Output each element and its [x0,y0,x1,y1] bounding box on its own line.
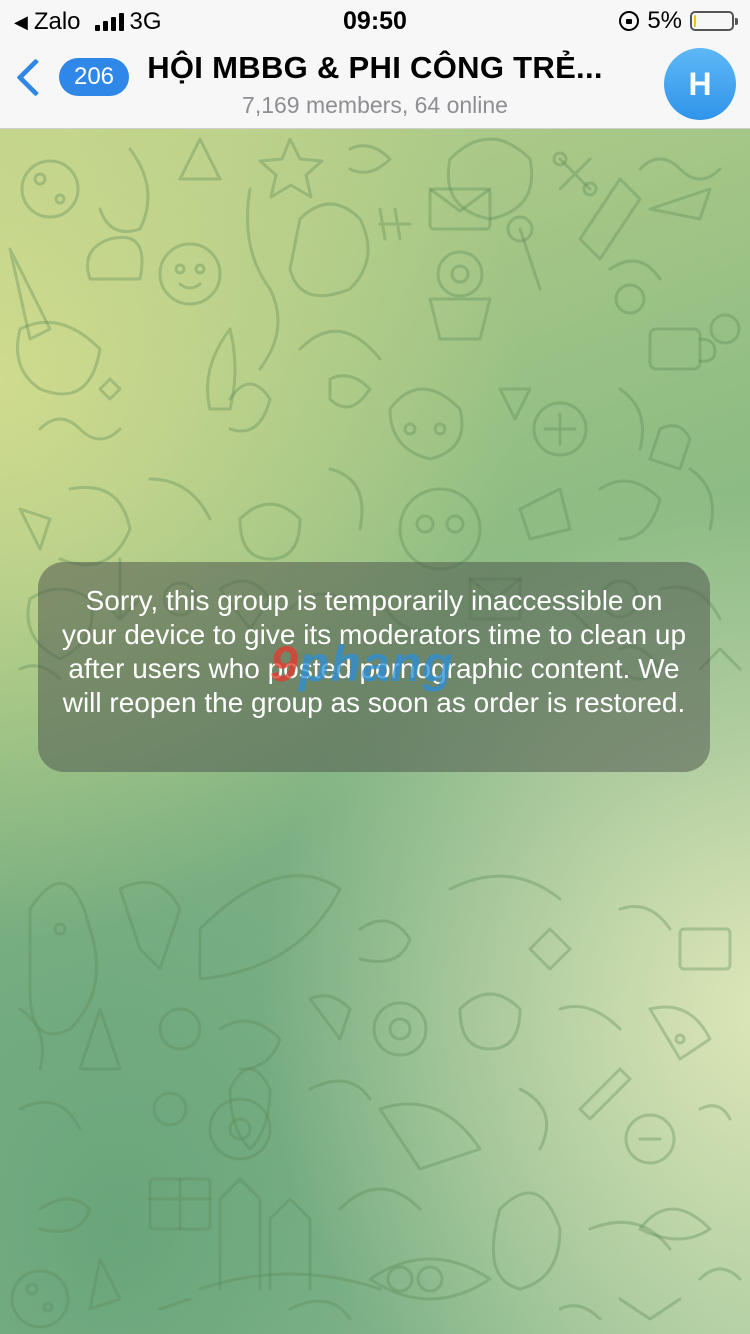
chat-member-count: 7,169 members, 64 online [242,92,508,118]
battery-percent: 5% [647,7,682,34]
chat-info[interactable]: HỘI MBBG & PHI CÔNG TRẺ... 7,169 members… [135,50,615,119]
unread-count-badge[interactable]: 206 [59,58,129,96]
chevron-left-icon[interactable] [16,57,55,97]
group-inaccessible-notice: Sorry, this group is temporarily inacces… [38,562,710,772]
battery-level-fill [694,15,696,27]
orientation-lock-icon [619,11,640,31]
status-bar: ◀ Zalo 3G 09:50 5% [0,0,750,40]
battery-icon [690,11,738,31]
group-avatar[interactable]: H [664,48,736,120]
back-button[interactable]: 206 [12,57,129,97]
notice-message: Sorry, this group is temporarily inacces… [61,585,687,718]
chat-header: 206 HỘI MBBG & PHI CÔNG TRẺ... 7,169 mem… [0,40,750,129]
chat-title[interactable]: HỘI MBBG & PHI CÔNG TRẺ... [135,50,615,86]
status-right: 5% [619,7,738,35]
